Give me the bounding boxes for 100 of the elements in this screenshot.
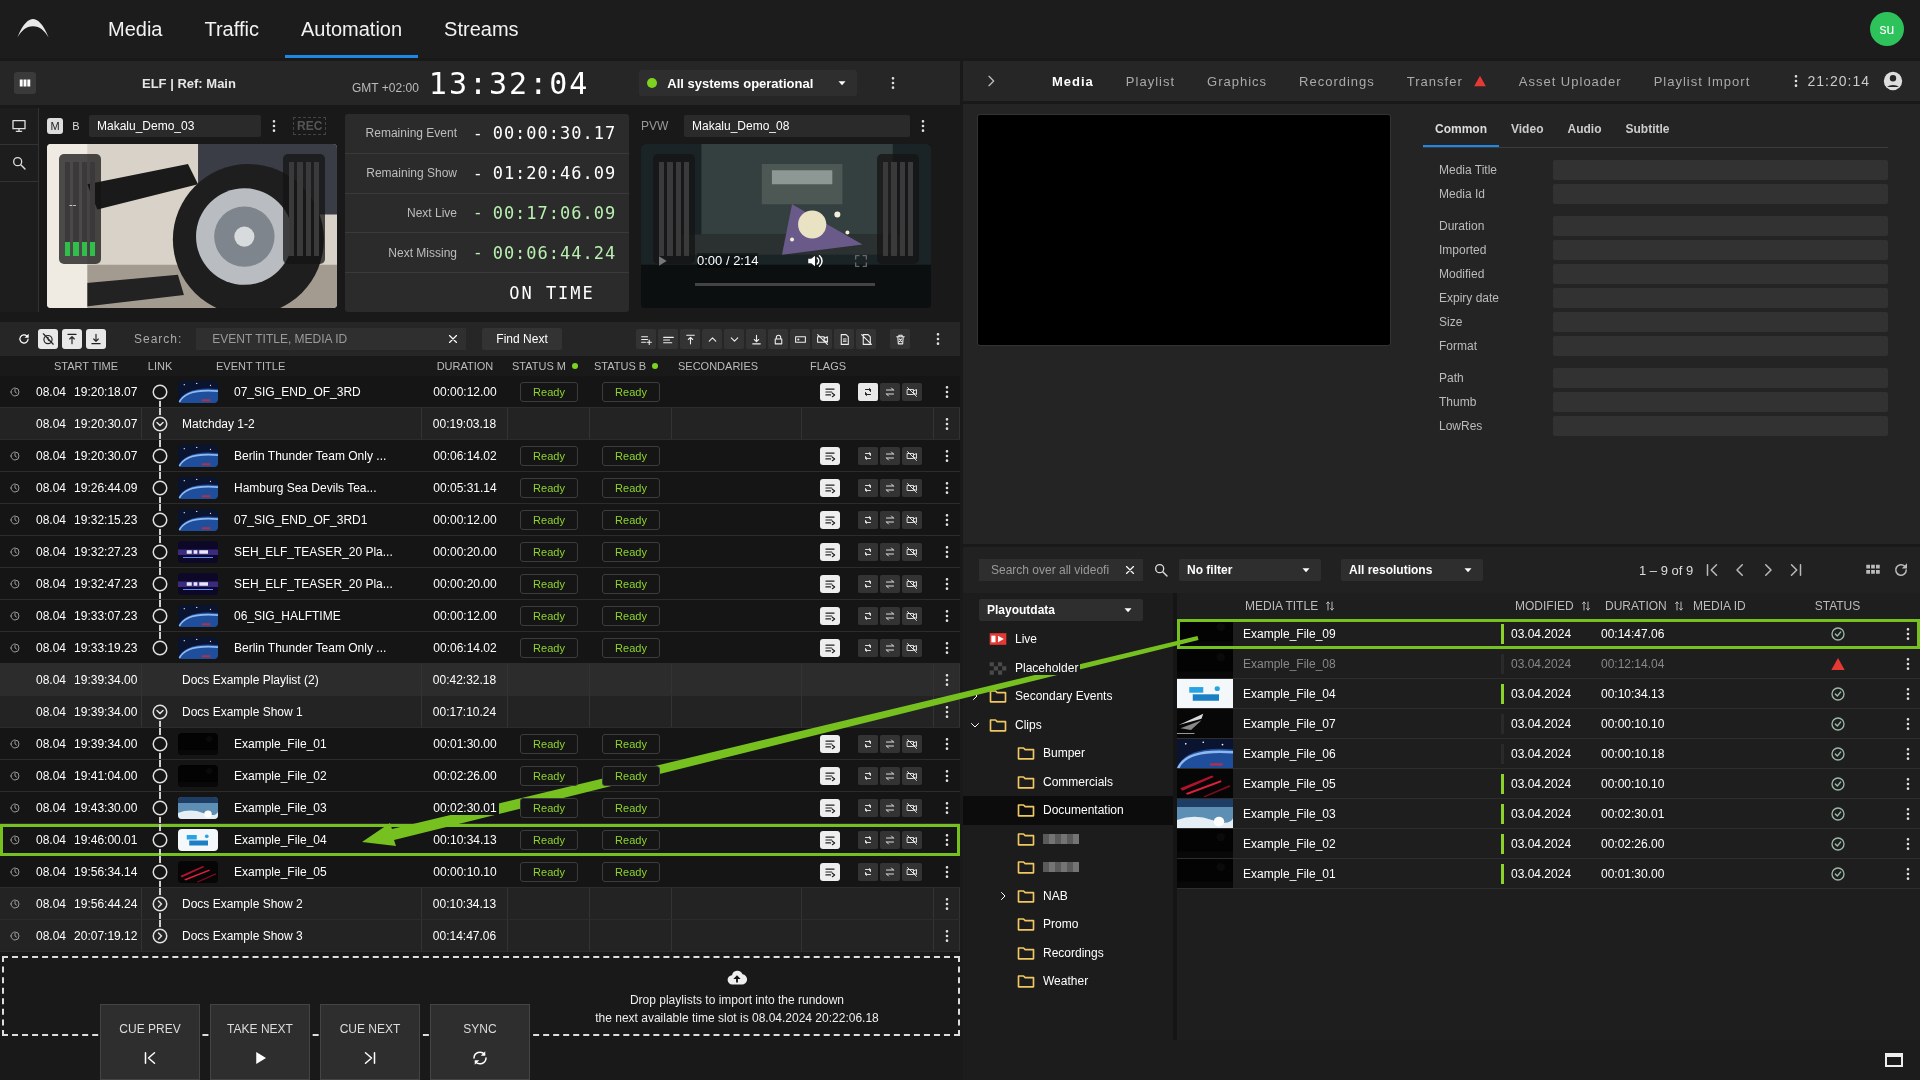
notes-button[interactable] <box>820 798 840 817</box>
swap-button[interactable] <box>880 382 900 401</box>
toolbar-button[interactable] <box>790 329 810 349</box>
detail-tab[interactable]: Video <box>1499 114 1556 147</box>
toolbar-button[interactable] <box>724 329 744 349</box>
tree-item[interactable]: Secondary Events <box>963 682 1173 711</box>
rundown-row[interactable]: 08.04 19:46:00.01 Example_File_04 00:10:34.13 Ready Ready <box>0 824 960 856</box>
panel-tab[interactable]: Recordings <box>1284 73 1390 89</box>
camera-off-button[interactable] <box>902 574 922 593</box>
playout-button[interactable]: TAKE NEXT <box>210 1004 310 1080</box>
toolbar-button[interactable] <box>746 329 766 349</box>
column-header[interactable]: MEDIA ID <box>1693 599 1746 613</box>
rundown-row[interactable]: 08.04 19:56:34.14 Example_File_05 00:00:10.10 Ready Ready <box>0 856 960 888</box>
swap-button[interactable] <box>880 830 900 849</box>
loop-button[interactable] <box>858 830 878 849</box>
swap-button[interactable] <box>880 766 900 785</box>
sort-icon[interactable] <box>1579 600 1592 612</box>
notes-button[interactable] <box>820 830 840 849</box>
rundown-row[interactable]: 08.04 19:26:44.09 Hamburg Sea Devils Tea... 00:05:31.14 Ready Ready <box>0 472 960 504</box>
nav-tab[interactable]: Traffic <box>188 0 275 58</box>
volume-icon[interactable] <box>806 252 824 270</box>
group-row[interactable]: 08.04 19:20:30.07 Matchday 1-2 00:19:03.18 <box>0 408 960 440</box>
media-row[interactable]: Example_File_08 03.04.2024 00:12:14.04 <box>1177 649 1920 679</box>
loop-button[interactable] <box>858 798 878 817</box>
detail-tab[interactable]: Subtitle <box>1613 114 1682 147</box>
delete-button[interactable] <box>890 329 910 349</box>
loop-button[interactable] <box>858 734 878 753</box>
group-row[interactable]: 08.04 20:07:19.12 Docs Example Show 3 00:14:47.06 <box>0 920 960 952</box>
media-row[interactable]: Example_File_02 03.04.2024 00:02:26.00 <box>1177 829 1920 859</box>
tree-item[interactable]: Live <box>963 625 1173 654</box>
playout-button[interactable]: SYNC <box>430 1004 530 1080</box>
rundown-row[interactable]: 08.04 19:20:30.07 Berlin Thunder Team Only ... 00:06:14.02 Ready Ready <box>0 440 960 472</box>
notes-button[interactable] <box>820 510 840 529</box>
notes-button[interactable] <box>820 734 840 753</box>
tree-item[interactable]: Commercials <box>963 767 1173 796</box>
camera-off-button[interactable] <box>902 862 922 881</box>
group-row[interactable]: 08.04 19:56:44.24 Docs Example Show 2 00:10:34.13 <box>0 888 960 920</box>
loop-button[interactable] <box>858 382 878 401</box>
swap-button[interactable] <box>880 446 900 465</box>
swap-button[interactable] <box>880 798 900 817</box>
toggle-button[interactable] <box>62 329 82 349</box>
nav-tab[interactable]: Streams <box>428 0 535 58</box>
expand-toggle-icon[interactable] <box>151 702 169 721</box>
camera-off-button[interactable] <box>902 734 922 753</box>
playout-button[interactable]: CUE NEXT <box>320 1004 420 1080</box>
camera-off-button[interactable] <box>902 510 922 529</box>
camera-off-button[interactable] <box>902 542 922 561</box>
filter-dropdown[interactable]: No filter <box>1179 559 1321 581</box>
tree-item[interactable]: Bumper <box>963 739 1173 768</box>
toggle-button[interactable] <box>38 329 58 349</box>
camera-off-button[interactable] <box>902 798 922 817</box>
notes-button[interactable] <box>820 542 840 561</box>
find-next-button[interactable]: Find Next <box>482 328 562 350</box>
user-icon[interactable] <box>1882 70 1904 92</box>
toolbar-button[interactable] <box>768 329 788 349</box>
loop-button[interactable] <box>858 542 878 561</box>
column-header[interactable]: MODIFIED <box>1515 599 1574 613</box>
loop-button[interactable] <box>858 510 878 529</box>
tree-item[interactable]: Clips <box>963 710 1173 739</box>
panel-tab[interactable]: Playlist Import <box>1638 73 1766 89</box>
rundown-row[interactable]: 08.04 19:43:30.00 Example_File_03 00:02:30.01 Ready Ready <box>0 792 960 824</box>
rundown-row[interactable]: 08.04 19:32:27.23 SEH_ELF_TEASER_20 Pla... 00:00:20.00 Ready Ready <box>0 536 960 568</box>
toolbar-button[interactable] <box>658 329 678 349</box>
swap-button[interactable] <box>880 542 900 561</box>
tree-item[interactable]: Documentation <box>963 796 1173 825</box>
column-header[interactable]: MEDIA TITLE <box>1245 599 1319 613</box>
column-header[interactable]: STATUS <box>1814 599 1861 613</box>
search-field[interactable]: Search over all videofi <box>979 559 1143 581</box>
rundown-row[interactable]: 08.04 19:33:07.23 06_SIG_HALFTIME 00:00:12.00 Ready Ready <box>0 600 960 632</box>
media-row[interactable]: Example_File_03 03.04.2024 00:02:30.01 <box>1177 799 1920 829</box>
loop-button[interactable] <box>858 766 878 785</box>
notes-button[interactable] <box>820 478 840 497</box>
group-row[interactable]: 08.04 19:39:34.00 Docs Example Playlist (2) 00:42:32.18 <box>0 664 960 696</box>
toolbar-button[interactable] <box>856 329 876 349</box>
detail-tab[interactable]: Audio <box>1555 114 1614 147</box>
sort-icon[interactable] <box>1324 600 1337 612</box>
system-status-dropdown[interactable]: All systems operational <box>639 70 858 96</box>
notes-button[interactable] <box>820 862 840 881</box>
notes-button[interactable] <box>820 638 840 657</box>
camera-off-button[interactable] <box>902 606 922 625</box>
swap-button[interactable] <box>880 734 900 753</box>
close-icon[interactable] <box>1123 563 1137 577</box>
clip-name-field[interactable]: Makalu_Demo_08 <box>684 115 910 137</box>
rundown-row[interactable]: 08.04 19:32:47.23 SEH_ELF_TEASER_20 Pla... 00:00:20.00 Ready Ready <box>0 568 960 600</box>
camera-off-button[interactable] <box>902 446 922 465</box>
swap-button[interactable] <box>880 574 900 593</box>
toolbar-button[interactable] <box>702 329 722 349</box>
camera-off-button[interactable] <box>902 382 922 401</box>
expand-toggle-icon[interactable] <box>151 926 169 945</box>
library-dropdown[interactable]: Playoutdata <box>979 599 1143 621</box>
notes-button[interactable] <box>820 606 840 625</box>
camera-off-button[interactable] <box>902 830 922 849</box>
rundown-row[interactable]: 08.04 19:20:18.07 07_SIG_END_OF_3RD 00:00:12.00 Ready Ready <box>0 376 960 408</box>
expand-toggle-icon[interactable] <box>151 894 169 913</box>
group-row[interactable]: 08.04 19:39:34.00 Docs Example Show 1 00:17:10.24 <box>0 696 960 728</box>
camera-off-button[interactable] <box>902 766 922 785</box>
toolbar-button[interactable] <box>680 329 700 349</box>
playout-button[interactable]: CUE PREV <box>100 1004 200 1080</box>
mode-toggle[interactable]: B <box>68 118 84 134</box>
media-row[interactable]: Example_File_07 03.04.2024 00:00:10.10 <box>1177 709 1920 739</box>
